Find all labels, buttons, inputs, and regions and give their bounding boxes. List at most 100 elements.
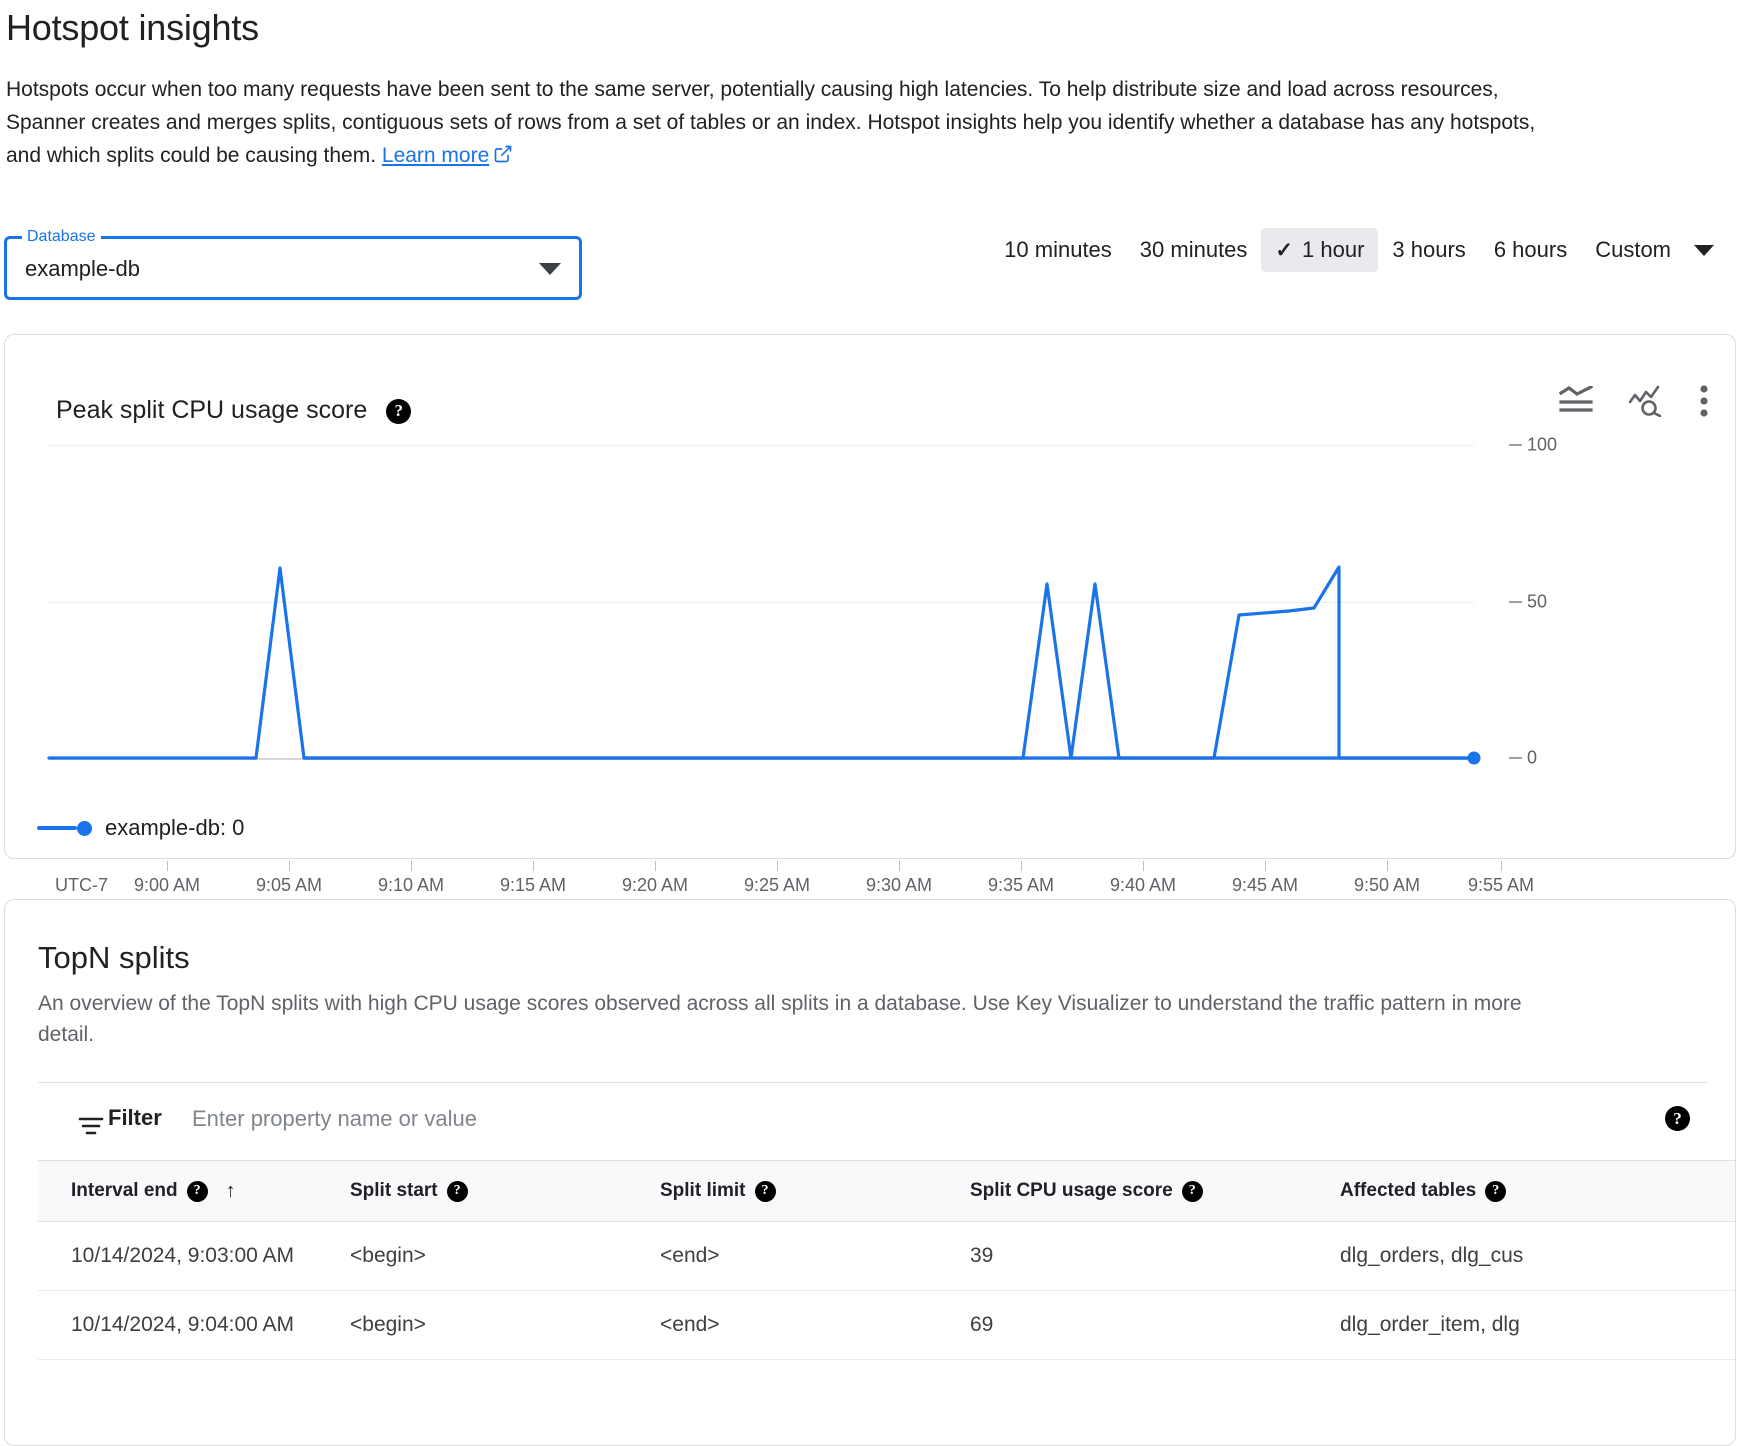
filter-input[interactable] <box>190 1105 950 1133</box>
time-range-custom[interactable]: Custom <box>1581 228 1736 272</box>
column-header-split-cpu-usage-score[interactable]: Split CPU usage score ? <box>970 1180 1340 1202</box>
page-description-text: Hotspots occur when too many requests ha… <box>6 78 1535 167</box>
page-description: Hotspots occur when too many requests ha… <box>6 73 1574 174</box>
help-icon[interactable]: ? <box>755 1181 776 1202</box>
database-select[interactable]: Database example-db <box>4 236 582 300</box>
time-range-10-minutes[interactable]: 10 minutes <box>990 228 1126 272</box>
topn-description: An overview of the TopN splits with high… <box>38 988 1538 1050</box>
time-range-30-minutes[interactable]: 30 minutes <box>1126 228 1262 272</box>
help-icon[interactable]: ? <box>386 399 411 424</box>
time-range-6-hours[interactable]: 6 hours <box>1480 228 1581 272</box>
sort-ascending-icon: ↑ <box>226 1180 236 1203</box>
column-header-label: Interval end <box>71 1180 178 1202</box>
cell-affected-tables: dlg_order_item, dlg <box>1340 1313 1700 1337</box>
table-header-row: Interval end ? ↑ Split start ? Split lim… <box>38 1160 1736 1222</box>
y-tick-mark-100 <box>1509 444 1522 446</box>
table-row[interactable]: 10/14/2024, 9:03:00 AM <begin> <end> 39 … <box>38 1222 1736 1291</box>
learn-more-link[interactable]: Learn more <box>382 144 513 167</box>
column-header-interval-end[interactable]: Interval end ? ↑ <box>38 1180 350 1203</box>
filter-help-icon[interactable]: ? <box>1665 1106 1690 1131</box>
x-tick-label: 9:35 AM <box>988 875 1054 896</box>
database-select-label: Database <box>22 227 101 247</box>
x-tick-mark <box>1387 861 1388 871</box>
x-tick-label: 9:25 AM <box>744 875 810 896</box>
legend-swatch <box>37 821 92 835</box>
column-header-label: Split CPU usage score <box>970 1180 1173 1202</box>
chart-legend-item[interactable]: example-db: 0 <box>37 815 244 841</box>
time-range-label: 6 hours <box>1494 237 1567 263</box>
cell-split-cpu-usage-score: 69 <box>970 1313 1340 1337</box>
filter-label[interactable]: Filter <box>108 1105 162 1131</box>
topn-title: TopN splits <box>38 940 190 976</box>
help-icon[interactable]: ? <box>1485 1181 1506 1202</box>
legend-dot <box>77 821 92 836</box>
topn-splits-card: TopN splits An overview of the TopN spli… <box>4 899 1736 1446</box>
column-header-label: Affected tables <box>1340 1180 1476 1202</box>
x-tick-label: 9:40 AM <box>1110 875 1176 896</box>
filter-bar: Filter ? <box>38 1082 1708 1160</box>
check-icon: ✓ <box>1275 240 1293 261</box>
x-tick-label: 9:50 AM <box>1354 875 1420 896</box>
y-tick-mark-0 <box>1509 757 1522 759</box>
help-icon[interactable]: ? <box>447 1181 468 1202</box>
cell-interval-end: 10/14/2024, 9:03:00 AM <box>38 1244 350 1268</box>
time-range-label: 1 hour <box>1302 237 1364 263</box>
cell-split-start: <begin> <box>350 1313 660 1337</box>
column-header-split-start[interactable]: Split start ? <box>350 1180 660 1202</box>
hotspot-insights-page: Hotspot insights Hotspots occur when too… <box>0 0 1738 1446</box>
cell-split-limit: <end> <box>660 1313 970 1337</box>
column-header-affected-tables[interactable]: Affected tables ? <box>1340 1180 1700 1202</box>
x-tick-mark <box>411 861 412 871</box>
more-vert-icon[interactable] <box>1699 385 1709 417</box>
y-tick-label-50: 50 <box>1527 592 1547 613</box>
legend-line <box>37 826 77 830</box>
cell-affected-tables: dlg_orders, dlg_cus <box>1340 1244 1700 1268</box>
time-range-selector: 10 minutes 30 minutes ✓ 1 hour 3 hours 6… <box>990 228 1736 272</box>
x-tick-mark <box>289 861 290 871</box>
timezone-label: UTC-7 <box>55 875 108 896</box>
x-tick-label: 9:00 AM <box>134 875 200 896</box>
time-range-1-hour[interactable]: ✓ 1 hour <box>1261 228 1378 272</box>
chart-series-example-db <box>49 445 1474 760</box>
stacked-line-chart-icon[interactable] <box>1559 386 1593 416</box>
x-tick-label: 9:20 AM <box>622 875 688 896</box>
cell-split-cpu-usage-score: 39 <box>970 1244 1340 1268</box>
x-tick-mark <box>655 861 656 871</box>
time-range-label: 3 hours <box>1392 237 1465 263</box>
analyze-chart-icon[interactable] <box>1629 385 1663 417</box>
x-tick-mark <box>167 861 168 871</box>
help-icon-glyph: ? <box>1665 1106 1690 1131</box>
x-tick-mark <box>533 861 534 871</box>
chart-toolbar <box>1559 385 1709 417</box>
cell-split-start: <begin> <box>350 1244 660 1268</box>
x-tick-mark <box>1265 861 1266 871</box>
cell-interval-end: 10/14/2024, 9:04:00 AM <box>38 1313 350 1337</box>
peak-split-cpu-chart-card: Peak split CPU usage score? <box>4 334 1736 859</box>
chart-title-label: Peak split CPU usage score <box>56 396 367 424</box>
chart-title: Peak split CPU usage score? <box>56 395 411 425</box>
x-tick-mark <box>1021 861 1022 871</box>
x-tick-label: 9:45 AM <box>1232 875 1298 896</box>
y-tick-mark-50 <box>1509 601 1522 603</box>
column-header-split-limit[interactable]: Split limit ? <box>660 1180 970 1202</box>
y-tick-label-100: 100 <box>1527 435 1557 456</box>
x-tick-mark <box>1501 861 1502 871</box>
series-end-point <box>1468 752 1481 765</box>
column-header-label: Split start <box>350 1180 438 1202</box>
time-range-3-hours[interactable]: 3 hours <box>1378 228 1479 272</box>
help-icon[interactable]: ? <box>1182 1181 1203 1202</box>
x-tick-label: 9:55 AM <box>1468 875 1534 896</box>
filter-icon[interactable] <box>78 1115 104 1142</box>
chevron-down-icon <box>1694 245 1714 256</box>
database-select-value: example-db <box>25 256 140 282</box>
x-tick-label: 9:15 AM <box>500 875 566 896</box>
external-link-icon <box>493 141 513 174</box>
help-icon[interactable]: ? <box>187 1181 208 1202</box>
x-tick-mark <box>1143 861 1144 871</box>
learn-more-label: Learn more <box>382 144 489 167</box>
time-range-label: Custom <box>1595 237 1671 263</box>
topn-splits-table: Interval end ? ↑ Split start ? Split lim… <box>38 1160 1736 1360</box>
x-tick-label: 9:05 AM <box>256 875 322 896</box>
table-row[interactable]: 10/14/2024, 9:04:00 AM <begin> <end> 69 … <box>38 1291 1736 1360</box>
x-tick-label: 9:10 AM <box>378 875 444 896</box>
